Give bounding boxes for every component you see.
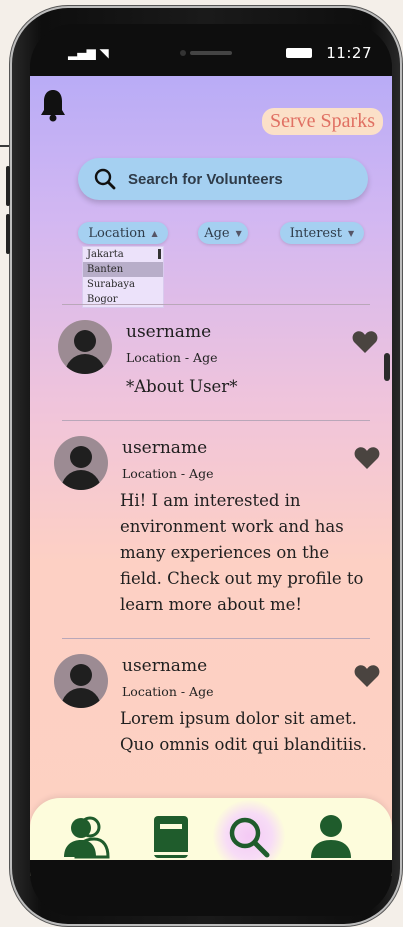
avatar-head [74, 330, 96, 352]
search-bar[interactable]: Search for Volunteers [78, 158, 368, 200]
user-meta: Location - Age [126, 350, 218, 365]
phone-frame: ▂▄▆ ◥ 11:27 Serve Sparks Search for Volu… [6, 6, 402, 926]
location-option-selected[interactable]: Banten [83, 262, 163, 277]
interest-filter-label: Interest [289, 225, 343, 241]
chevron-up-icon: ▲ [151, 228, 158, 238]
user-about: *About User* [126, 377, 238, 396]
age-filter[interactable]: Age ▼ [198, 222, 248, 244]
avatar-body [61, 688, 101, 708]
camera [180, 50, 186, 56]
chevron-down-icon: ▼ [235, 228, 242, 238]
heart-icon[interactable] [354, 664, 380, 688]
book-icon [154, 816, 188, 858]
signal-wifi-icon: ▂▄▆ ◥ [68, 46, 109, 60]
side-button [6, 166, 10, 206]
avatar-body [61, 470, 101, 490]
bell-icon[interactable] [40, 88, 66, 122]
location-filter-label: Location [88, 225, 146, 241]
user-about: Lorem ipsum dolor sit amet. Quo omnis od… [120, 709, 367, 754]
nav-contacts[interactable] [62, 812, 112, 862]
age-filter-label: Age [204, 225, 230, 241]
battery-icon [286, 48, 312, 58]
divider [62, 304, 370, 305]
user-about: Hi! I am interested in environment work … [120, 491, 364, 614]
avatar[interactable] [54, 436, 108, 490]
search-icon [229, 817, 270, 858]
location-option[interactable]: Jakarta [83, 247, 163, 262]
nav-search[interactable] [224, 812, 274, 862]
divider [62, 420, 370, 421]
avatar-head [70, 664, 92, 686]
profile-icon [311, 815, 351, 858]
nav-profile[interactable] [306, 812, 356, 862]
app-screen: Serve Sparks Search for Volunteers Locat… [30, 76, 392, 876]
contacts-icon [64, 816, 110, 859]
heart-icon[interactable] [354, 446, 380, 470]
avatar[interactable] [58, 320, 112, 374]
avatar-head [70, 446, 92, 468]
scrollbar-thumb[interactable] [384, 353, 390, 381]
location-dropdown: Jakarta Banten Surabaya Bogor [82, 246, 164, 308]
user-meta: Location - Age [122, 684, 214, 699]
username[interactable]: username [122, 438, 207, 458]
username[interactable]: username [122, 656, 207, 676]
dropdown-scrollbar[interactable] [158, 249, 161, 259]
side-button [6, 214, 10, 254]
search-icon [94, 168, 116, 190]
search-input[interactable]: Search for Volunteers [128, 171, 283, 188]
chevron-down-icon: ▼ [348, 228, 355, 238]
speaker [190, 51, 232, 55]
user-meta: Location - Age [122, 466, 214, 481]
username[interactable]: username [126, 322, 211, 342]
interest-filter[interactable]: Interest ▼ [280, 222, 364, 244]
heart-icon[interactable] [352, 330, 378, 354]
avatar-body [65, 354, 105, 374]
location-option[interactable]: Surabaya [83, 277, 163, 292]
divider [62, 638, 370, 639]
status-time: 11:27 [326, 44, 372, 62]
app-brand: Serve Sparks [262, 108, 383, 135]
bottom-bezel [30, 860, 392, 916]
avatar[interactable] [54, 654, 108, 708]
status-bar: ▂▄▆ ◥ 11:27 [30, 24, 392, 76]
screen: ▂▄▆ ◥ 11:27 Serve Sparks Search for Volu… [30, 24, 392, 916]
location-filter[interactable]: Location ▲ [78, 222, 168, 244]
nav-book[interactable] [146, 812, 196, 862]
